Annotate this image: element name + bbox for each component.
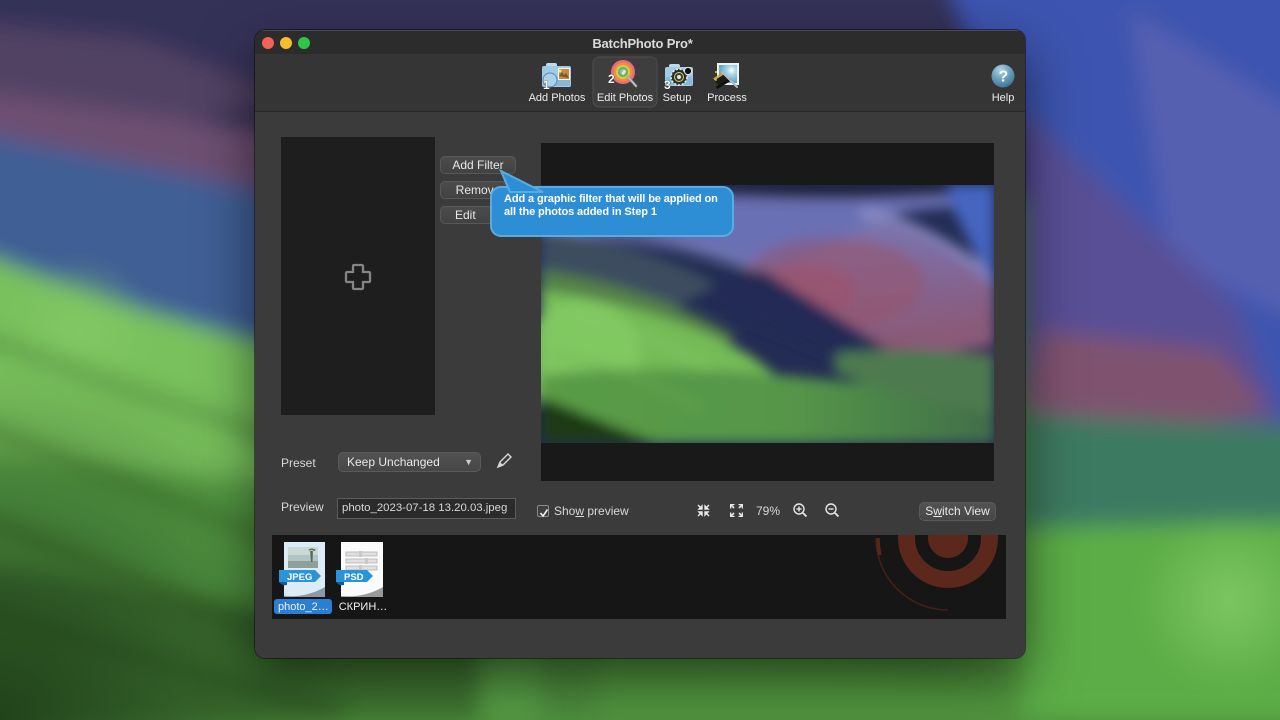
- svg-text:JPEG: JPEG: [287, 572, 312, 583]
- svg-text:3: 3: [664, 78, 671, 92]
- svg-text:PSD: PSD: [344, 572, 364, 583]
- svg-text:2: 2: [608, 72, 615, 86]
- svg-text:?: ?: [999, 69, 1009, 86]
- svg-text:1: 1: [543, 78, 550, 92]
